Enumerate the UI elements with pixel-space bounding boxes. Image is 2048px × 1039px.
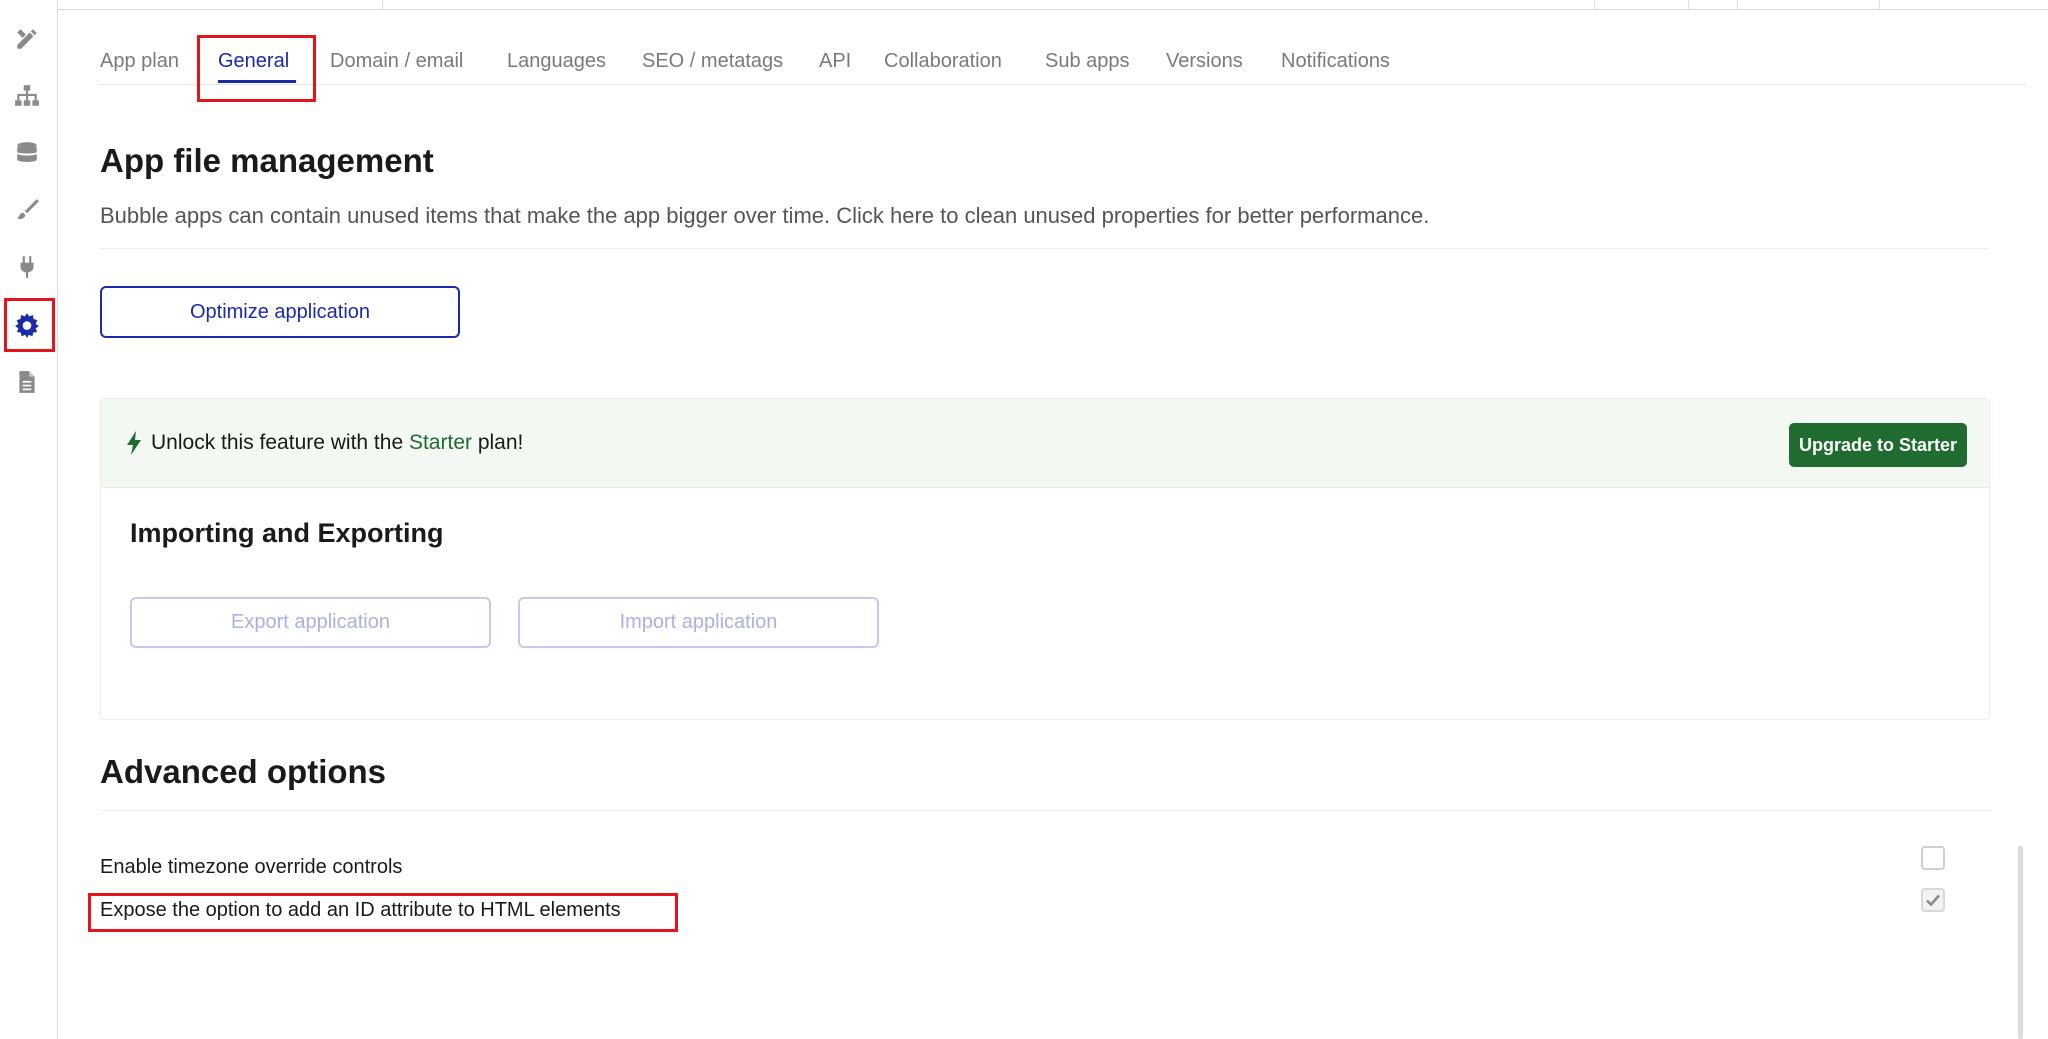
file-management-description: Bubble apps can contain unused items tha…	[100, 203, 1430, 228]
tab-collaboration[interactable]: Collaboration	[884, 50, 1002, 73]
toolbar-divider	[1594, 0, 1595, 9]
toolbar-divider	[1879, 0, 1880, 9]
upgrade-banner: Unlock this feature with the Starter pla…	[101, 399, 1989, 488]
plan-name: Starter	[408, 431, 472, 454]
scrollbar[interactable]	[2018, 846, 2023, 1039]
upgrade-to-starter-button[interactable]: Upgrade to Starter	[1789, 423, 1967, 467]
tab-seo-metatags[interactable]: SEO / metatags	[642, 50, 783, 73]
toolbar-divider	[1688, 0, 1689, 9]
divider	[100, 248, 1990, 249]
upgrade-message-suffix: plan!	[472, 431, 524, 454]
tab-general[interactable]: General	[218, 50, 289, 73]
tab-languages[interactable]: Languages	[507, 50, 606, 73]
tab-api[interactable]: API	[819, 50, 851, 73]
tab-versions[interactable]: Versions	[1166, 50, 1243, 73]
top-toolbar-strip	[0, 0, 2048, 10]
id-attribute-checkbox[interactable]	[1921, 888, 1945, 912]
document-icon	[19, 371, 35, 393]
section-title-advanced-options: Advanced options	[100, 753, 387, 790]
pencil-ruler-icon	[17, 29, 37, 49]
sidebar-item-design[interactable]	[8, 20, 46, 58]
upgrade-message-prefix: Unlock this feature with the	[151, 431, 409, 454]
left-sidebar	[0, 0, 58, 1039]
checkmark-icon	[1926, 894, 1940, 907]
sidebar-item-settings[interactable]	[8, 306, 46, 344]
sidebar-item-plugins[interactable]	[8, 248, 46, 286]
tab-sub-apps[interactable]: Sub apps	[1045, 50, 1130, 73]
tab-app-plan[interactable]: App plan	[100, 50, 179, 73]
section-title-file-management: App file management	[100, 142, 434, 179]
import-application-button[interactable]: Import application	[518, 597, 879, 648]
toolbar-divider	[382, 0, 383, 9]
divider	[100, 810, 1990, 811]
option-label-id-attribute: Expose the option to add an ID attribute…	[100, 899, 621, 921]
optimize-application-button[interactable]: Optimize application	[100, 286, 460, 338]
tab-notifications[interactable]: Notifications	[1281, 50, 1390, 73]
sidebar-item-styles[interactable]	[8, 191, 46, 229]
database-icon	[17, 142, 37, 162]
sidebar-item-workflow[interactable]	[8, 77, 46, 115]
lightning-bolt-icon	[127, 431, 141, 455]
sitemap-icon	[15, 85, 39, 106]
option-label-timezone-override: Enable timezone override controls	[100, 856, 403, 878]
export-application-button[interactable]: Export application	[130, 597, 491, 648]
sidebar-item-logs[interactable]	[8, 363, 46, 401]
timezone-override-checkbox[interactable]	[1921, 846, 1945, 870]
plug-icon	[20, 256, 34, 278]
settings-tabs: App plan General Domain / email Language…	[100, 40, 2026, 85]
gear-icon	[15, 313, 39, 338]
sidebar-item-data[interactable]	[8, 134, 46, 172]
toolbar-divider	[1737, 0, 1738, 9]
tab-domain-email[interactable]: Domain / email	[330, 50, 463, 73]
upgrade-message: Unlock this feature with the Starter pla…	[151, 431, 523, 455]
section-title-import-export: Importing and Exporting	[130, 518, 444, 548]
active-tab-indicator	[218, 80, 296, 83]
paintbrush-icon	[17, 199, 39, 220]
import-export-panel: Unlock this feature with the Starter pla…	[100, 398, 1990, 720]
